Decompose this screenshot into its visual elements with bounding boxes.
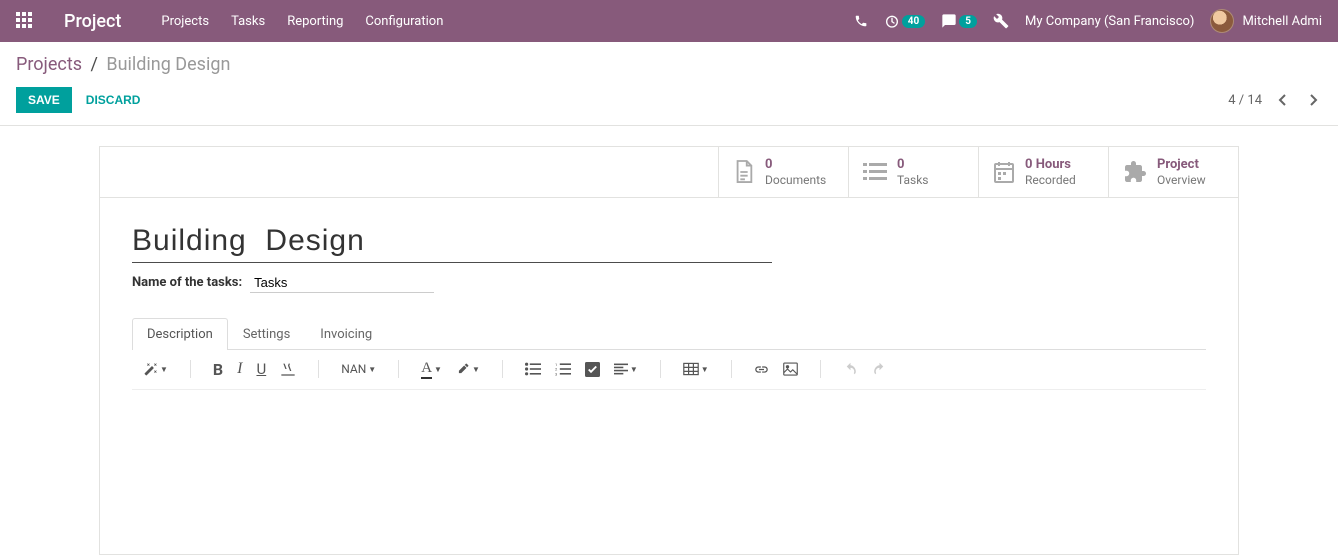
breadcrumb-separator: / xyxy=(90,54,97,75)
stat-overview-label: Overview xyxy=(1157,173,1206,187)
actions-row: SAVE DISCARD 4 / 14 xyxy=(0,81,1338,126)
stat-documents-label: Documents xyxy=(765,173,826,187)
magic-icon[interactable]: ▼ xyxy=(144,362,168,376)
stat-overview-value: Project xyxy=(1157,157,1206,173)
tasks-name-row: Name of the tasks: xyxy=(132,273,1206,293)
underline-icon[interactable]: U xyxy=(256,360,266,378)
timer-icon[interactable]: 40 xyxy=(884,13,925,29)
stat-documents[interactable]: 0 Documents xyxy=(718,147,848,197)
form-tabs: Description Settings Invoicing xyxy=(132,317,1206,350)
tools-icon[interactable] xyxy=(993,13,1009,29)
font-color-icon[interactable]: A▼ xyxy=(421,360,442,379)
chat-badge: 5 xyxy=(959,15,977,28)
nav-tasks[interactable]: Tasks xyxy=(231,14,265,29)
chat-icon[interactable]: 5 xyxy=(941,13,977,29)
pager-text: 4 / 14 xyxy=(1228,93,1262,108)
save-button[interactable]: SAVE xyxy=(16,87,72,113)
tab-description[interactable]: Description xyxy=(132,318,228,350)
user-name: Mitchell Admi xyxy=(1242,14,1322,29)
tasks-name-label: Name of the tasks: xyxy=(132,275,242,290)
nav-menu: Projects Tasks Reporting Configuration xyxy=(161,14,443,29)
svg-text:3: 3 xyxy=(555,372,557,377)
app-brand[interactable]: Project xyxy=(64,11,121,32)
number-list-icon[interactable]: 123 xyxy=(555,362,571,376)
description-editor[interactable] xyxy=(132,390,1206,530)
top-navbar: Project Projects Tasks Reporting Configu… xyxy=(0,0,1338,42)
pager-next[interactable] xyxy=(1304,91,1322,109)
image-icon[interactable] xyxy=(783,362,798,376)
sheet-body: Name of the tasks: Description Settings … xyxy=(100,198,1238,554)
stat-tasks[interactable]: 0 Tasks xyxy=(848,147,978,197)
align-icon[interactable]: ▼ xyxy=(614,363,638,375)
puzzle-icon xyxy=(1123,160,1147,184)
breadcrumb-row: Projects / Building Design xyxy=(0,42,1338,81)
tasks-name-input[interactable] xyxy=(250,273,434,293)
bold-icon[interactable]: B xyxy=(213,360,223,379)
breadcrumb: Projects / Building Design xyxy=(16,54,1322,75)
nav-reporting[interactable]: Reporting xyxy=(287,14,343,29)
checklist-icon[interactable] xyxy=(585,362,600,377)
stat-buttons: 0 Documents 0 Tasks 0 Hours Recorded xyxy=(100,147,1238,198)
highlight-icon[interactable]: ▼ xyxy=(456,362,480,376)
tab-invoicing[interactable]: Invoicing xyxy=(305,318,387,350)
timer-badge: 40 xyxy=(902,15,925,28)
apps-icon[interactable] xyxy=(16,12,34,30)
stat-tasks-value: 0 xyxy=(897,157,929,173)
discard-button[interactable]: DISCARD xyxy=(86,93,141,107)
stat-hours-value: 0 Hours xyxy=(1025,157,1076,173)
pager-prev[interactable] xyxy=(1274,91,1292,109)
stat-documents-value: 0 xyxy=(765,157,826,173)
nav-configuration[interactable]: Configuration xyxy=(365,14,443,29)
italic-icon[interactable]: I xyxy=(237,360,242,378)
bullet-list-icon[interactable] xyxy=(525,362,541,376)
tab-settings[interactable]: Settings xyxy=(228,318,305,350)
avatar-icon xyxy=(1210,9,1234,33)
calendar-icon xyxy=(993,160,1015,184)
stat-hours-label: Recorded xyxy=(1025,173,1076,187)
list-icon xyxy=(863,161,887,183)
breadcrumb-current: Building Design xyxy=(106,54,230,75)
form-sheet: 0 Documents 0 Tasks 0 Hours Recorded xyxy=(99,146,1239,555)
stat-hours[interactable]: 0 Hours Recorded xyxy=(978,147,1108,197)
project-name-input[interactable] xyxy=(132,222,772,263)
clear-format-icon[interactable] xyxy=(280,362,296,376)
nav-projects[interactable]: Projects xyxy=(161,14,209,29)
stat-overview[interactable]: Project Overview xyxy=(1108,147,1238,197)
stat-tasks-label: Tasks xyxy=(897,173,929,187)
phone-icon[interactable] xyxy=(854,14,868,28)
user-menu[interactable]: Mitchell Admi xyxy=(1210,9,1322,33)
pager: 4 / 14 xyxy=(1228,91,1322,109)
navbar-right: 40 5 My Company (San Francisco) Mitchell… xyxy=(854,9,1322,33)
font-size-select[interactable]: NAN▼ xyxy=(341,362,376,376)
link-icon[interactable] xyxy=(754,362,769,377)
redo-icon[interactable] xyxy=(872,362,887,376)
undo-icon[interactable] xyxy=(843,362,858,376)
editor-toolbar: ▼ B I U NAN▼ A▼ xyxy=(132,350,1206,390)
table-icon[interactable]: ▼ xyxy=(683,362,709,376)
breadcrumb-root[interactable]: Projects xyxy=(16,54,82,75)
document-icon xyxy=(733,159,755,185)
company-selector[interactable]: My Company (San Francisco) xyxy=(1025,14,1194,29)
